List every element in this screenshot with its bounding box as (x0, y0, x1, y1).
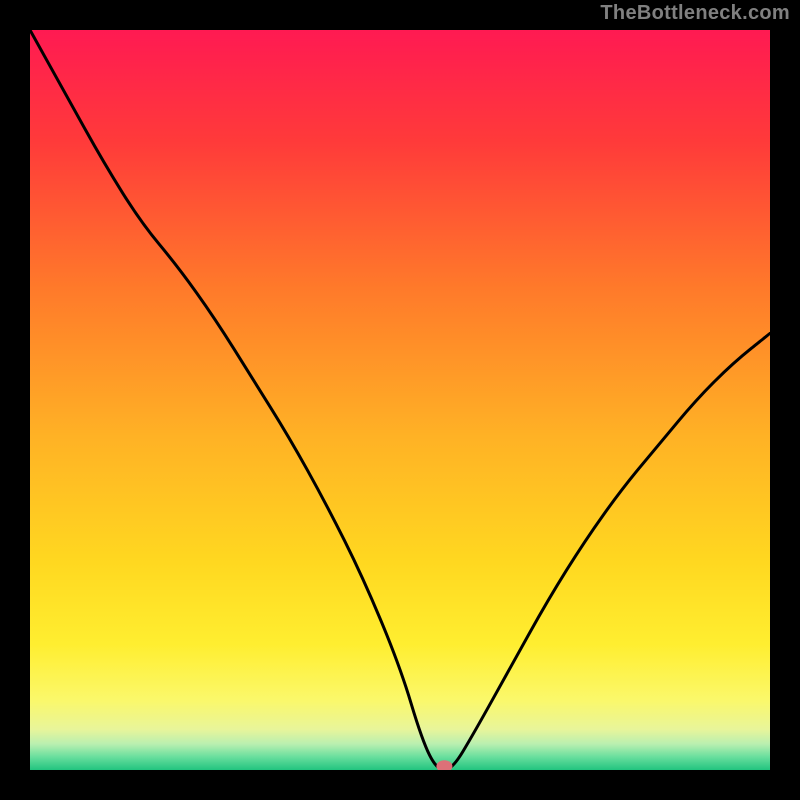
gradient-background (30, 30, 770, 770)
watermark-label: TheBottleneck.com (600, 2, 790, 25)
chart-frame: TheBottleneck.com (0, 0, 800, 800)
bottleneck-chart (30, 30, 770, 770)
plot-area (30, 30, 770, 770)
